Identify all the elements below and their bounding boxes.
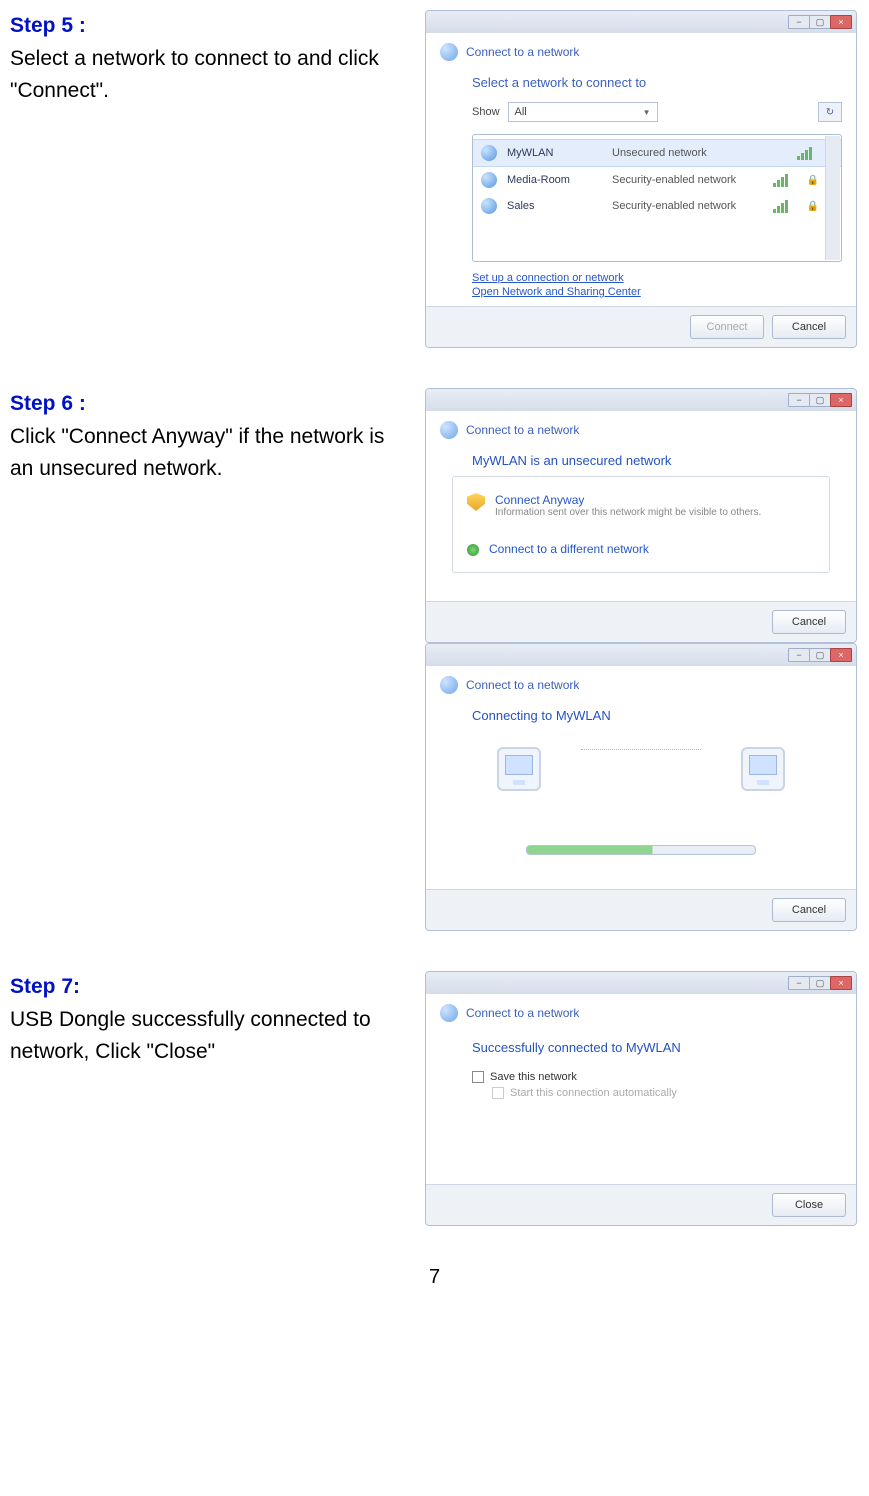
network-row[interactable]: Media-Room Security-enabled network 🔒	[473, 167, 841, 193]
wifi-icon	[481, 145, 497, 161]
signal-icon	[773, 173, 795, 187]
minimize-button[interactable]: −	[788, 976, 810, 990]
show-label: Show	[472, 106, 500, 118]
step5-text: Select a network to connect to and click…	[10, 43, 405, 108]
setup-link[interactable]: Set up a connection or network	[426, 270, 856, 284]
option-title: Connect to a different network	[489, 542, 649, 556]
checkbox[interactable]	[472, 1071, 484, 1083]
shield-icon	[467, 493, 485, 511]
headline: MyWLAN is an unsecured network	[426, 449, 856, 472]
step6-window-b: − ▢ × Connect to a network Connecting to…	[425, 643, 857, 931]
network-icon	[440, 1004, 458, 1022]
step7-text: USB Dongle successfully connected to net…	[10, 1004, 405, 1069]
maximize-button[interactable]: ▢	[809, 15, 831, 29]
minimize-button[interactable]: −	[788, 15, 810, 29]
lock-icon: 🔒	[807, 201, 819, 212]
network-list[interactable]: MyWLAN Unsecured network Media-Room Secu…	[472, 134, 842, 262]
step7-title: Step 7:	[10, 971, 405, 1004]
network-row[interactable]: MyWLAN Unsecured network	[473, 139, 841, 167]
lock-icon: 🔒	[807, 175, 819, 186]
close-button[interactable]: Close	[772, 1193, 846, 1217]
auto-label: Start this connection automatically	[510, 1087, 677, 1099]
sharing-center-link[interactable]: Open Network and Sharing Center	[426, 284, 856, 298]
save-network-row[interactable]: Save this network	[472, 1071, 856, 1083]
step5-title: Step 5 :	[10, 10, 405, 43]
minimize-button[interactable]: −	[788, 648, 810, 662]
close-button[interactable]: ×	[830, 648, 852, 662]
option-panel: Connect Anyway Information sent over thi…	[452, 476, 830, 573]
close-button[interactable]: ×	[830, 15, 852, 29]
window-header: Connect to a network	[466, 1006, 579, 1020]
progress-bar	[526, 845, 756, 855]
step5-window: − ▢ × Connect to a network Select a netw…	[425, 10, 857, 348]
globe-icon	[741, 747, 785, 791]
window-header: Connect to a network	[466, 678, 579, 692]
network-name: MyWLAN	[507, 147, 602, 159]
headline: Successfully connected to MyWLAN	[426, 1032, 856, 1065]
minimize-button[interactable]: −	[788, 393, 810, 407]
refresh-button[interactable]: ↻	[818, 102, 842, 122]
page-number: 7	[0, 1266, 869, 1289]
step7-window: − ▢ × Connect to a network Successfully …	[425, 971, 857, 1226]
connect-button[interactable]: Connect	[690, 315, 764, 339]
connect-anyway[interactable]: Connect Anyway Information sent over thi…	[465, 487, 817, 524]
network-name: Media-Room	[507, 174, 602, 186]
different-network[interactable]: Connect to a different network	[465, 536, 817, 562]
network-name: Sales	[507, 200, 602, 212]
signal-icon	[797, 146, 819, 160]
save-label: Save this network	[490, 1071, 577, 1083]
progress-diagram	[426, 727, 856, 831]
network-icon	[440, 43, 458, 61]
network-icon	[440, 421, 458, 439]
arrow-icon	[467, 544, 479, 556]
option-title: Connect Anyway	[495, 493, 761, 507]
network-row[interactable]: Sales Security-enabled network 🔒	[473, 193, 841, 219]
cancel-button[interactable]: Cancel	[772, 898, 846, 922]
titlebar: − ▢ ×	[426, 389, 856, 411]
close-button[interactable]: ×	[830, 393, 852, 407]
wifi-icon	[481, 198, 497, 214]
network-desc: Unsecured network	[612, 147, 787, 159]
wifi-icon	[481, 172, 497, 188]
maximize-button[interactable]: ▢	[809, 976, 831, 990]
maximize-button[interactable]: ▢	[809, 648, 831, 662]
network-desc: Security-enabled network	[612, 200, 763, 212]
cancel-button[interactable]: Cancel	[772, 610, 846, 634]
step6-text: Click "Connect Anyway" if the network is…	[10, 421, 405, 486]
show-dropdown[interactable]: All ▼	[508, 102, 658, 122]
computer-icon	[497, 747, 541, 791]
window-prompt: Select a network to connect to	[426, 71, 856, 96]
step6-window-a: − ▢ × Connect to a network MyWLAN is an …	[425, 388, 857, 643]
maximize-button[interactable]: ▢	[809, 393, 831, 407]
step6-title: Step 6 :	[10, 388, 405, 421]
show-value: All	[515, 106, 527, 118]
window-header: Connect to a network	[466, 423, 579, 437]
chevron-down-icon: ▼	[643, 108, 651, 117]
titlebar: − ▢ ×	[426, 644, 856, 666]
cancel-button[interactable]: Cancel	[772, 315, 846, 339]
connection-line	[581, 749, 701, 750]
auto-start-row: Start this connection automatically	[492, 1087, 856, 1099]
headline: Connecting to MyWLAN	[426, 704, 856, 727]
network-desc: Security-enabled network	[612, 174, 763, 186]
window-header: Connect to a network	[466, 45, 579, 59]
signal-icon	[773, 199, 795, 213]
titlebar: − ▢ ×	[426, 11, 856, 33]
close-button[interactable]: ×	[830, 976, 852, 990]
network-icon	[440, 676, 458, 694]
checkbox	[492, 1087, 504, 1099]
titlebar: − ▢ ×	[426, 972, 856, 994]
option-sub: Information sent over this network might…	[495, 507, 761, 518]
